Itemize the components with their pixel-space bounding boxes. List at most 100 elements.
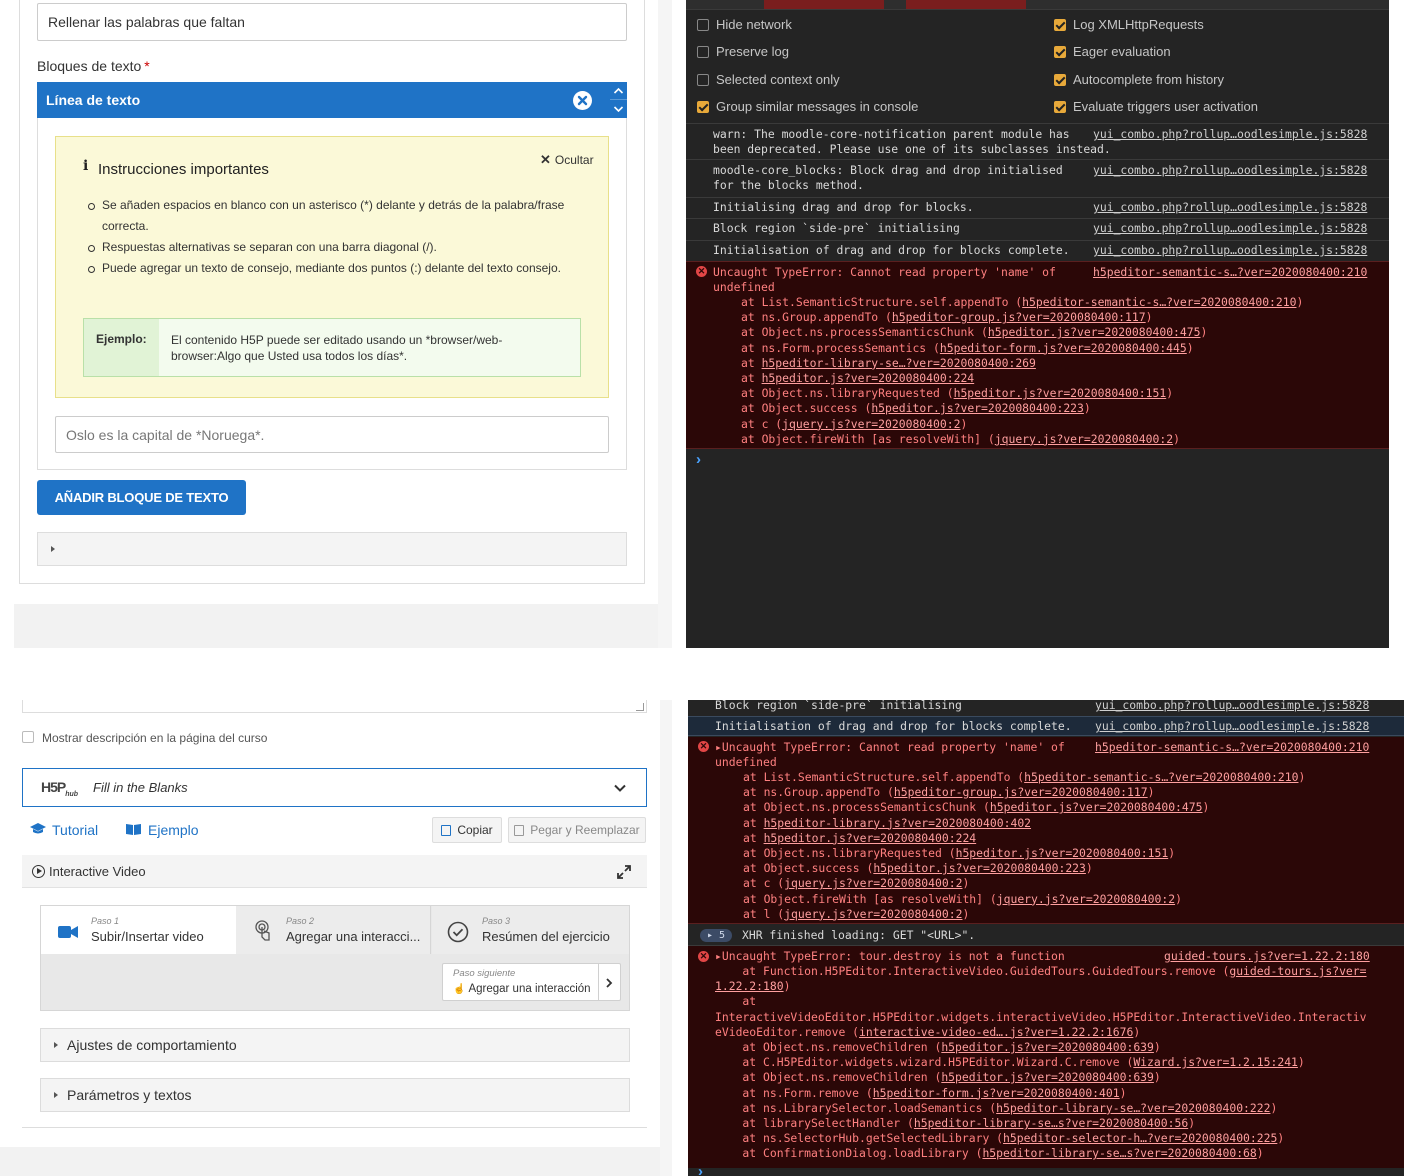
stack-source-link[interactable]: h5peditor.js?ver=2020080400:223 [873, 861, 1086, 875]
stack-source-link[interactable]: h5peditor.js?ver=2020080400:151 [956, 846, 1169, 860]
stack-source-link[interactable]: h5peditor-group.js?ver=2020080400:117 [894, 785, 1148, 799]
error-source-link[interactable]: h5peditor-semantic-s…?ver=2020080400:210 [1093, 265, 1367, 279]
stack-frame: at Object.fireWith [as resolveWith] (jqu… [741, 431, 1180, 446]
show-description-checkbox[interactable] [22, 731, 34, 743]
stack-source-link[interactable]: jquery.js?ver=2020080400:2 [782, 417, 960, 431]
setting-preserve-log[interactable]: Preserve log [697, 44, 789, 59]
stack-source-link[interactable]: h5peditor-semantic-s…?ver=2020080400:210 [1022, 295, 1296, 309]
show-description-label: Mostrar descripción en la página del cur… [42, 731, 268, 745]
console-prompt[interactable]: › [698, 1163, 703, 1176]
console-message: Block region `side-pre` initialising [713, 221, 960, 235]
checkbox-checked[interactable] [1054, 45, 1066, 58]
params-texts-group[interactable]: Parámetros y textos [40, 1078, 630, 1112]
resize-handle-icon[interactable] [636, 703, 644, 711]
setting-autocomplete[interactable]: Autocomplete from history [1054, 72, 1224, 87]
step-title: Subir/Insertar video [91, 929, 204, 944]
order-down-icon[interactable] [610, 100, 627, 118]
stack-source-link[interactable]: h5peditor.js?ver=2020080400:224 [762, 371, 975, 385]
error-source-link[interactable]: h5peditor-semantic-s…?ver=2020080400:210 [1095, 740, 1369, 754]
copy-button[interactable]: Copiar [432, 817, 502, 843]
check-circle-icon [447, 921, 469, 948]
source-link[interactable]: yui_combo.php?rollup…oodlesimple.js:5828 [1095, 719, 1369, 733]
source-link[interactable]: yui_combo.php?rollup…oodlesimple.js:5828 [1093, 163, 1367, 177]
checkbox-checked[interactable] [697, 100, 709, 113]
setting-log-xhr[interactable]: Log XMLHttpRequests [1054, 17, 1204, 32]
stack-source-link[interactable]: h5peditor-group.js?ver=2020080400:117 [892, 310, 1146, 324]
hub-selector[interactable]: H5Phub Fill in the Blanks [22, 768, 647, 807]
stack-source-link[interactable]: h5peditor-form.js?ver=2020080400:401 [873, 1086, 1120, 1100]
wizard-step-1[interactable]: Paso 1 Subir/Insertar video [41, 906, 236, 954]
stack-source-link[interactable]: h5peditor-library-se…s?ver=2020080400:56 [914, 1116, 1188, 1130]
text-block-input[interactable]: Oslo es la capital de *Noruega*. [55, 416, 609, 453]
collapsed-group[interactable] [37, 532, 627, 566]
setting-group-similar[interactable]: Group similar messages in console [697, 99, 918, 114]
checkbox[interactable] [697, 45, 709, 58]
stack-source-link[interactable]: guided-tours.js?ver= [1229, 964, 1366, 978]
stack-frame: at Object.success (h5peditor.js?ver=2020… [743, 861, 1093, 876]
wizard-step-2[interactable]: Paso 2 Agregar una interacci... [236, 906, 431, 954]
stack-source-link[interactable]: h5peditor-form.js?ver=2020080400:445 [940, 341, 1187, 355]
stack-source-link[interactable]: h5peditor-library.js?ver=2020080400:402 [764, 816, 1031, 830]
filter-tag-red [764, 0, 884, 9]
paste-icon [514, 824, 525, 836]
fullscreen-icon[interactable] [616, 864, 632, 885]
checkbox-checked[interactable] [1054, 100, 1066, 113]
next-step-button[interactable]: Paso siguiente ☝ Agregar una interacción [442, 963, 621, 1001]
stack-source-link[interactable]: h5peditor.js?ver=2020080400:151 [954, 386, 1167, 400]
stack-source-link[interactable]: h5peditor.js?ver=2020080400:639 [941, 1040, 1154, 1054]
h5p-hub-logo: H5Phub [41, 779, 79, 798]
title-input-value: Rellenar las palabras que faltan [48, 14, 245, 30]
text-line-header[interactable]: Línea de texto [37, 82, 610, 118]
description-textarea[interactable] [22, 700, 647, 713]
stack-source-link[interactable]: h5peditor-library-se…s?ver=2020080400:68 [982, 1146, 1256, 1160]
divider [686, 218, 1389, 219]
stack-source-link[interactable]: h5peditor.js?ver=2020080400:475 [988, 325, 1201, 339]
source-link[interactable]: yui_combo.php?rollup…oodlesimple.js:5828 [1095, 700, 1369, 712]
add-text-block-button[interactable]: AÑADIR BLOQUE DE TEXTO [37, 480, 246, 515]
source-link[interactable]: yui_combo.php?rollup…oodlesimple.js:5828 [1093, 200, 1367, 214]
example-link[interactable]: Ejemplo [126, 822, 199, 838]
checkbox-checked[interactable] [1054, 73, 1066, 86]
stack-source-link[interactable]: h5peditor-library-se…?ver=2020080400:222 [996, 1101, 1270, 1115]
stack-source-link[interactable]: h5peditor.js?ver=2020080400:639 [941, 1070, 1154, 1084]
stack-source-link[interactable]: 1.22.2:180 [715, 979, 784, 993]
setting-eager-eval[interactable]: Eager evaluation [1054, 44, 1171, 59]
hide-button[interactable]: ✕ Ocultar [540, 152, 594, 168]
source-link[interactable]: yui_combo.php?rollup…oodlesimple.js:5828 [1093, 221, 1367, 235]
setting-user-activation[interactable]: Evaluate triggers user activation [1054, 99, 1258, 114]
source-link[interactable]: yui_combo.php?rollup…oodlesimple.js:5828 [1093, 243, 1367, 257]
stack-source-link[interactable]: interactive-video-ed….js?ver=1.22.2:1676 [859, 1025, 1133, 1039]
setting-selected-context[interactable]: Selected context only [697, 72, 840, 87]
checkbox-checked[interactable] [1054, 18, 1066, 31]
setting-hide-network[interactable]: Hide network [697, 17, 792, 32]
stack-source-link[interactable]: h5peditor.js?ver=2020080400:223 [871, 401, 1084, 415]
checkbox[interactable] [697, 18, 709, 31]
stack-source-link[interactable]: jquery.js?ver=2020080400:2 [784, 876, 962, 890]
paste-button[interactable]: Pegar y Reemplazar [508, 817, 646, 843]
stack-source-link[interactable]: h5peditor-semantic-s…?ver=2020080400:210 [1024, 770, 1298, 784]
error-source-link[interactable]: guided-tours.js?ver=1.22.2:180 [1164, 949, 1370, 963]
order-up-icon[interactable] [610, 82, 627, 100]
behaviour-settings-group[interactable]: Ajustes de comportamiento [40, 1028, 630, 1062]
stack-source-link[interactable]: jquery.js?ver=2020080400:2 [784, 907, 962, 921]
tutorial-link[interactable]: Tutorial [30, 822, 98, 838]
remove-item-icon[interactable] [573, 91, 592, 110]
console-prompt[interactable]: › [696, 451, 701, 468]
stack-source-link[interactable]: Wizard.js?ver=1.2.15:241 [1133, 1055, 1298, 1069]
chevron-down-icon[interactable] [613, 781, 627, 800]
stack-source-link[interactable]: jquery.js?ver=2020080400:2 [995, 432, 1173, 446]
checkbox[interactable] [697, 73, 709, 86]
title-input[interactable]: Rellenar las palabras que faltan [37, 3, 627, 41]
editor-bottom-strip [14, 604, 672, 648]
stack-source-link[interactable]: h5peditor-selector-h…?ver=2020080400:225 [1003, 1131, 1277, 1145]
stack-source-link[interactable]: jquery.js?ver=2020080400:2 [997, 892, 1175, 906]
wizard-step-3[interactable]: Paso 3 Resúmen del ejercicio [432, 906, 629, 954]
stack-source-link[interactable]: h5peditor.js?ver=2020080400:224 [764, 831, 977, 845]
source-link[interactable]: yui_combo.php?rollup…oodlesimple.js:5828 [1093, 127, 1367, 141]
error-icon: ✕ [698, 741, 709, 752]
stack-frame: at h5peditor.js?ver=2020080400:224 [741, 371, 975, 386]
stack-source-link[interactable]: h5peditor-library-se…?ver=2020080400:269 [762, 356, 1036, 370]
stack-source-link[interactable]: h5peditor.js?ver=2020080400:475 [990, 800, 1203, 814]
step-number: Paso 1 [91, 916, 120, 926]
console-message: moodle-core_blocks: Block drag and drop … [713, 163, 1063, 192]
